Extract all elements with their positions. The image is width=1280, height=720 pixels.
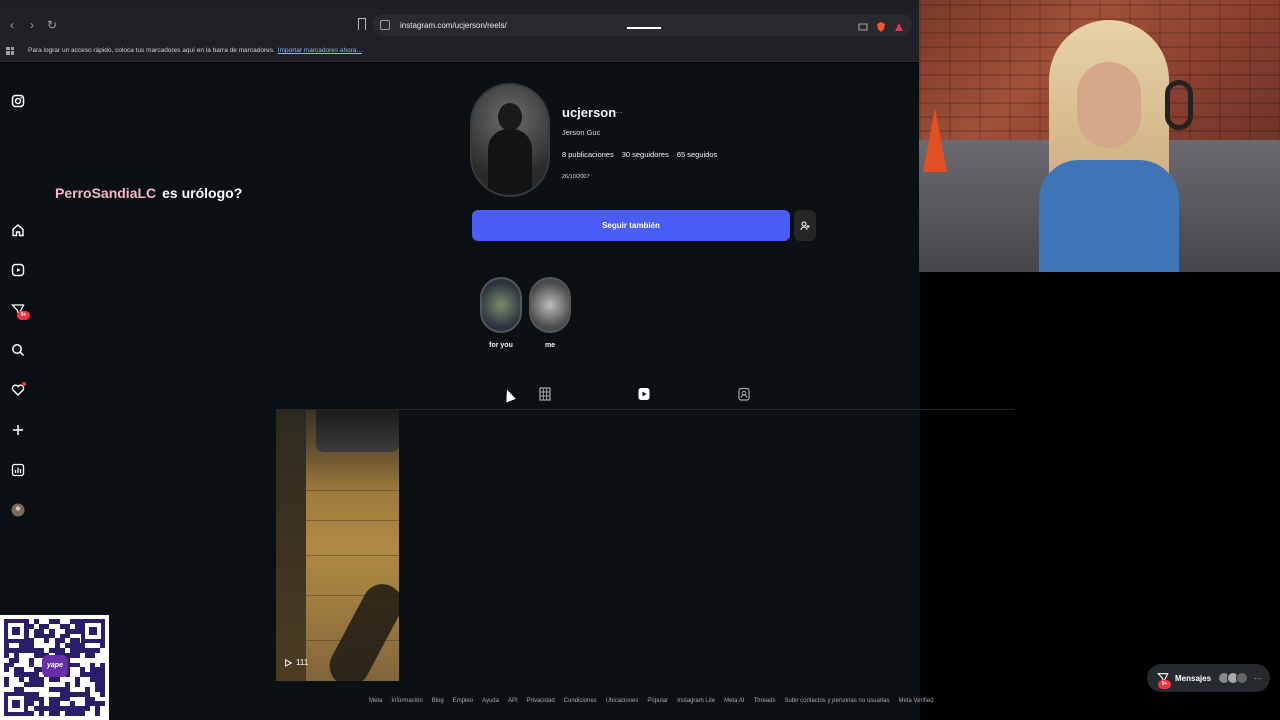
reels-icon[interactable] — [11, 263, 25, 277]
import-bookmarks-link[interactable]: Importar marcadores ahora... — [278, 47, 362, 54]
posts-count: 8 publicaciones — [562, 150, 614, 159]
brave-shield-icon[interactable] — [876, 19, 886, 32]
chat-message: es urólogo? — [162, 185, 243, 201]
address-url[interactable]: instagram.com/ucjerson/reels/ — [400, 21, 507, 30]
notifications-badge: 9+ — [17, 311, 30, 320]
highlight-cover — [529, 277, 571, 333]
rewards-icon[interactable] — [894, 19, 904, 31]
footer-link[interactable]: Threads — [753, 698, 775, 704]
footer-link[interactable]: Meta AI — [724, 698, 744, 704]
browser-toolbar: ‹ › ↻ instagram.com/ucjerson/reels/ — [0, 10, 920, 40]
profile-tabs — [276, 380, 1014, 410]
profile-bio: 26/10/2007 — [562, 174, 590, 180]
following-count[interactable]: 65 seguidos — [677, 150, 717, 159]
traffic-cone — [923, 108, 947, 172]
footer-link[interactable]: Empleo — [453, 698, 473, 704]
bookmarks-bar: Para lograr un acceso rápido, coloca tus… — [0, 40, 920, 62]
stream-chat-overlay: PerroSandiaLC es urólogo? — [55, 185, 242, 201]
apps-grid-icon[interactable] — [6, 46, 14, 55]
tagged-icon — [738, 387, 750, 401]
message-avatars — [1218, 672, 1249, 684]
bookmarks-hint: Para lograr un acceso rápido, coloca tus… — [28, 47, 275, 54]
search-icon[interactable] — [11, 343, 25, 357]
tab-reels[interactable] — [636, 386, 652, 402]
follow-back-button[interactable]: Seguir también — [472, 210, 790, 241]
profile-full-name: Jerson Guc — [562, 128, 601, 137]
create-icon[interactable] — [11, 423, 25, 437]
activity-dot — [22, 382, 26, 386]
grid-icon — [539, 387, 551, 401]
footer-link[interactable]: Privacidad — [527, 698, 555, 704]
footer-link[interactable]: Instagram Lite — [677, 698, 715, 704]
chat-username: PerroSandiaLC — [55, 185, 157, 201]
footer-link[interactable]: Información — [391, 698, 422, 704]
screen: ‹ › ↻ instagram.com/ucjerson/reels/ Para… — [0, 0, 1280, 720]
reload-icon[interactable]: ↻ — [44, 17, 60, 33]
back-icon[interactable]: ‹ — [4, 17, 20, 33]
footer-link[interactable]: Condiciones — [564, 698, 597, 704]
highlight-for-you[interactable]: for you — [480, 277, 522, 349]
webcam-overlay — [919, 0, 1280, 272]
omnibox-actions — [858, 19, 904, 32]
suggested-users-button[interactable] — [794, 210, 816, 241]
footer-links: Meta Información Blog Empleo Ayuda API P… — [369, 698, 934, 704]
reel-thumbnail[interactable] — [276, 410, 399, 681]
profile-stats: 8 publicaciones 30 seguidores 65 seguido… — [562, 150, 717, 159]
bookmark-icon[interactable] — [358, 18, 366, 30]
highlight-label: me — [544, 342, 556, 349]
more-icon[interactable]: ··· — [1254, 674, 1262, 683]
yape-qr-code: yape — [0, 615, 109, 720]
profile-avatar[interactable] — [11, 503, 25, 517]
add-person-icon — [800, 221, 810, 230]
highlight-label: for you — [489, 342, 513, 349]
yape-logo: yape — [42, 655, 68, 677]
dashboard-icon[interactable] — [11, 463, 25, 477]
footer-link[interactable]: Ubicaciones — [606, 698, 639, 704]
footer-link[interactable]: Meta Verified — [899, 698, 934, 704]
reels-icon — [638, 388, 650, 400]
home-icon[interactable] — [11, 223, 25, 237]
active-tab-indicator — [627, 27, 661, 29]
highlight-cover — [480, 277, 522, 333]
instagram-logo-icon[interactable] — [11, 94, 25, 108]
footer-link[interactable]: Popular — [647, 698, 668, 704]
followers-count[interactable]: 30 seguidores — [622, 150, 669, 159]
highlight-me[interactable]: me — [529, 277, 571, 349]
more-options-icon[interactable]: ··· — [615, 108, 623, 117]
cast-icon[interactable] — [858, 19, 868, 31]
play-count-icon — [285, 658, 292, 667]
reel-view-count: 111 — [284, 658, 308, 667]
footer-link[interactable]: Ayuda — [482, 698, 499, 704]
tab-tagged[interactable] — [736, 386, 752, 402]
site-info-icon[interactable] — [380, 20, 390, 30]
footer-link[interactable]: Meta — [369, 698, 382, 704]
reel-views: 111 — [296, 658, 309, 667]
footer-link[interactable]: Blog — [432, 698, 444, 704]
footer-link[interactable]: Subir contactos y personas no usuarias — [784, 698, 889, 704]
streamer — [1039, 20, 1193, 272]
messages-badge: 9+ — [1158, 680, 1171, 689]
footer-link[interactable]: API — [508, 698, 518, 704]
address-bar[interactable]: instagram.com/ucjerson/reels/ — [372, 14, 912, 36]
tab-posts[interactable] — [537, 386, 553, 402]
messages-label: Mensajes — [1175, 673, 1212, 683]
forward-icon[interactable]: › — [24, 17, 40, 33]
browser-tab-strip — [0, 0, 920, 10]
profile-username: ucjerson — [562, 105, 617, 120]
profile-picture[interactable] — [470, 83, 550, 197]
